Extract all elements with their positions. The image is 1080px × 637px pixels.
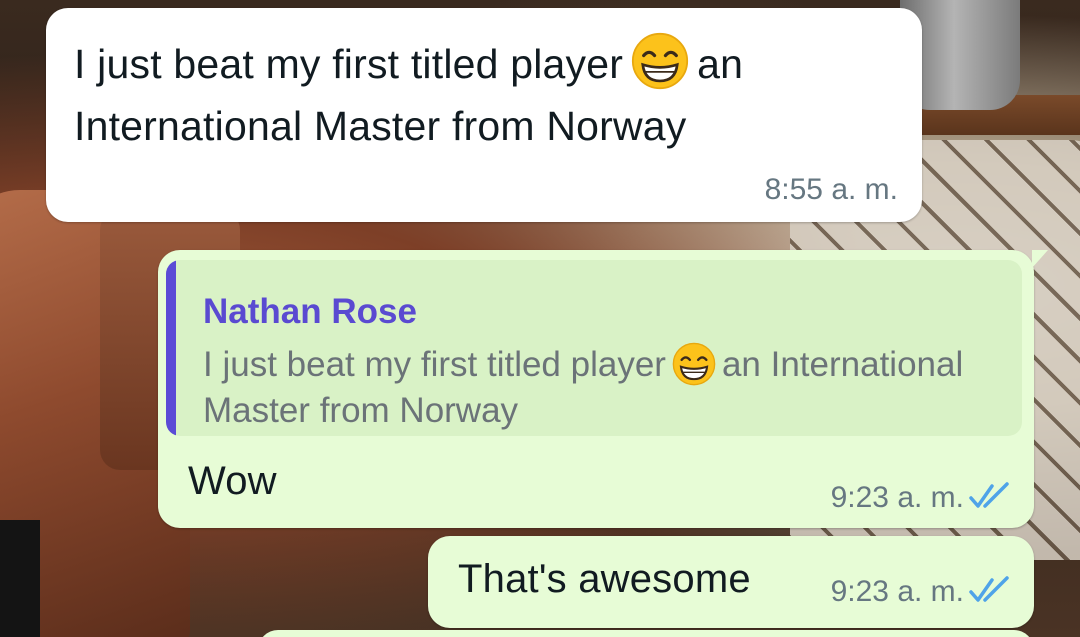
message-timestamp: 9:23 a. m. (830, 481, 964, 514)
incoming-message[interactable]: I just beat my first titled player an In… (46, 8, 922, 222)
quoted-author: Nathan Rose (203, 292, 417, 331)
message-timestamp: 9:23 a. m. (830, 575, 964, 608)
outgoing-reply-message[interactable]: Nathan Rose I just beat my first titled … (158, 250, 1048, 528)
message-text: Wow (188, 459, 277, 503)
outgoing-message[interactable]: That's awesome 9:23 a. m. (428, 536, 1034, 628)
message-timestamp: 8:55 a. m. (764, 173, 898, 206)
chat-wallpaper: I just beat my first titled player an In… (0, 0, 1080, 637)
quoted-message[interactable]: Nathan Rose I just beat my first titled … (166, 260, 1022, 436)
double-check-read-icon (969, 576, 1009, 602)
wallpaper-frame (0, 520, 40, 637)
message-text-part: I just beat my first titled player (74, 41, 624, 87)
next-message-peek (258, 630, 1034, 637)
quoted-text-part: I just beat my first titled player (203, 345, 666, 384)
message-text: I just beat my first titled player an In… (74, 32, 874, 157)
message-text: That's awesome (458, 557, 751, 601)
quoted-text: I just beat my first titled player an In… (203, 342, 1003, 434)
grinning-face-emoji-icon (672, 342, 716, 386)
quote-accent-bar (166, 260, 176, 436)
double-check-read-icon (969, 482, 1009, 508)
grinning-face-emoji-icon (632, 32, 689, 90)
